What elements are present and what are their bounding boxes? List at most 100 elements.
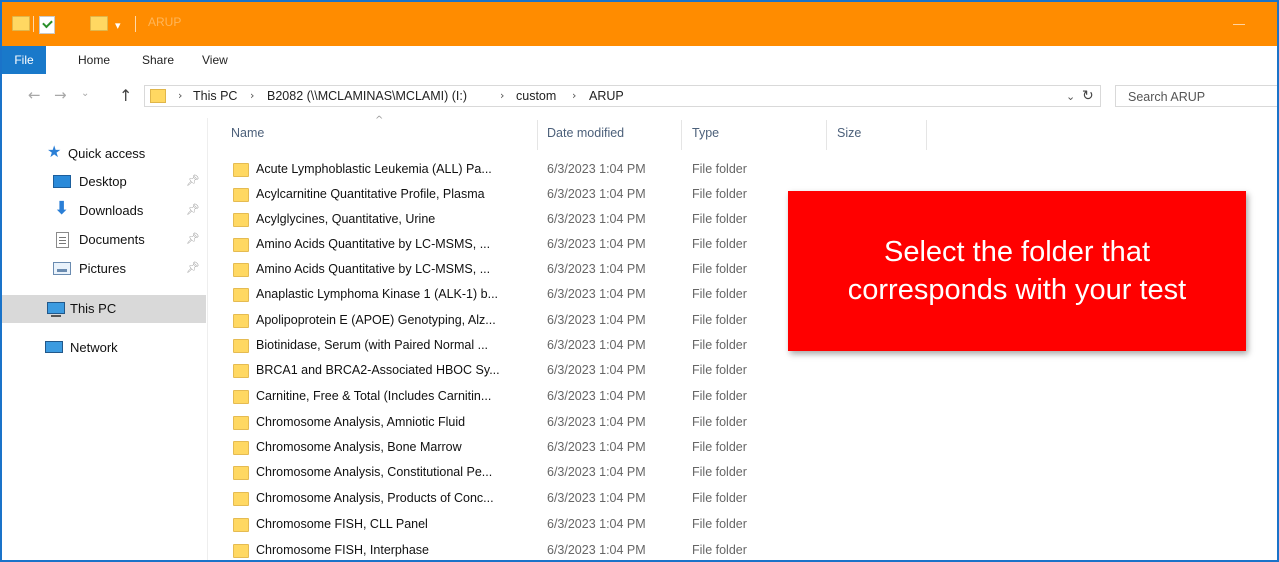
file-row[interactable]: Chromosome Analysis, Amniotic Fluid 6/3/2… <box>231 412 791 434</box>
breadcrumb-custom[interactable]: custom <box>516 89 556 103</box>
tab-home[interactable]: Home <box>78 46 110 74</box>
recent-locations-icon[interactable]: ⌄ <box>81 88 89 99</box>
file-name: Biotinidase, Serum (with Paired Normal .… <box>256 338 489 352</box>
folder-icon <box>150 89 166 103</box>
toolbar-divider <box>33 16 34 32</box>
file-name: Anaplastic Lymphoma Kinase 1 (ALK-1) b..… <box>256 287 499 301</box>
breadcrumb-this-pc[interactable]: This PC <box>193 89 237 103</box>
file-name: Apolipoprotein E (APOE) Genotyping, Alz.… <box>256 313 496 327</box>
column-divider[interactable] <box>681 120 682 150</box>
up-arrow-icon[interactable]: ↑ <box>119 86 132 105</box>
file-name: Chromosome Analysis, Amniotic Fluid <box>256 415 466 429</box>
folder-icon <box>233 213 249 227</box>
pin-icon[interactable]: 📌︎ <box>186 174 200 187</box>
file-type: File folder <box>692 287 747 301</box>
file-date: 6/3/2023 1:04 PM <box>547 237 646 251</box>
minimize-button[interactable] <box>1230 16 1248 30</box>
tab-view[interactable]: View <box>202 46 228 74</box>
pin-icon[interactable]: 📌︎ <box>186 261 200 274</box>
breadcrumb-drive[interactable]: B2082 (\\MCLAMINAS\MCLAMI) (I:) <box>267 89 467 103</box>
file-row[interactable]: Chromosome Analysis, Products of Conc...… <box>231 488 791 510</box>
file-type: File folder <box>692 465 747 479</box>
file-row[interactable]: Chromosome FISH, CLL Panel 6/3/2023 1:04 … <box>231 514 791 536</box>
document-icon <box>56 232 69 248</box>
column-divider[interactable] <box>537 120 538 150</box>
file-row[interactable]: Chromosome Analysis, Bone Marrow 6/3/2023… <box>231 437 791 459</box>
nav-this-pc[interactable]: This PC <box>2 295 206 323</box>
folder-icon <box>233 364 249 378</box>
chevron-right-icon[interactable]: › <box>250 89 254 102</box>
nav-quick-access[interactable]: ★ Quick access <box>2 140 206 168</box>
nav-desktop[interactable]: Desktop 📌︎ <box>2 168 206 196</box>
file-row[interactable]: Amino Acids Quantitative by LC-MSMS, ...… <box>231 234 791 256</box>
folder-icon <box>233 163 249 177</box>
file-date: 6/3/2023 1:04 PM <box>547 465 646 479</box>
forward-arrow-icon[interactable]: → <box>54 86 67 104</box>
file-row[interactable]: BRCA1 and BRCA2-Associated HBOC Sy... 6/3… <box>231 360 791 382</box>
file-row[interactable]: Biotinidase, Serum (with Paired Normal .… <box>231 335 791 357</box>
nav-network[interactable]: Network <box>2 334 206 362</box>
folder-icon <box>233 188 249 202</box>
instruction-callout: Select the folder that corresponds with … <box>788 191 1246 351</box>
folder-icon <box>233 466 249 480</box>
pin-icon[interactable]: 📌︎ <box>186 203 200 216</box>
folder-icon <box>233 441 249 455</box>
column-divider[interactable] <box>926 120 927 150</box>
file-row[interactable]: Carnitine, Free & Total (Includes Carnit… <box>231 386 791 408</box>
file-name: Chromosome Analysis, Constitutional Pe..… <box>256 465 493 479</box>
folder-icon <box>12 16 30 31</box>
chevron-down-icon[interactable]: ⌄ <box>1066 90 1075 103</box>
column-header-size[interactable]: Size <box>837 126 861 150</box>
nav-label: This PC <box>70 301 117 316</box>
file-name: Chromosome FISH, CLL Panel <box>256 517 428 531</box>
breadcrumb-arup[interactable]: ARUP <box>589 89 624 103</box>
chevron-right-icon[interactable]: › <box>572 89 576 102</box>
address-bar[interactable]: › This PC › B2082 (\\MCLAMINAS\MCLAMI) (… <box>144 85 1101 107</box>
column-header-name[interactable]: Name <box>231 126 264 150</box>
file-date: 6/3/2023 1:04 PM <box>547 212 646 226</box>
new-folder-icon[interactable] <box>90 16 108 31</box>
folder-icon <box>233 339 249 353</box>
nav-label: Network <box>70 340 118 355</box>
nav-documents[interactable]: Documents 📌︎ <box>2 226 206 254</box>
file-row[interactable]: Apolipoprotein E (APOE) Genotyping, Alz.… <box>231 310 791 332</box>
column-divider[interactable] <box>826 120 827 150</box>
chevron-right-icon[interactable]: › <box>500 89 504 102</box>
properties-icon[interactable] <box>39 16 55 34</box>
file-row[interactable]: Amino Acids Quantitative by LC-MSMS, ...… <box>231 259 791 281</box>
back-arrow-icon[interactable]: ← <box>28 86 41 104</box>
file-date: 6/3/2023 1:04 PM <box>547 517 646 531</box>
refresh-icon[interactable]: ↻ <box>1082 88 1094 104</box>
file-name: Amino Acids Quantitative by LC-MSMS, ... <box>256 237 491 251</box>
file-type: File folder <box>692 262 747 276</box>
search-box[interactable]: Search ARUP <box>1115 85 1277 107</box>
search-input[interactable]: Search ARUP <box>1128 90 1205 104</box>
file-row[interactable]: Anaplastic Lymphoma Kinase 1 (ALK-1) b..… <box>231 284 791 306</box>
nav-label: Downloads <box>79 203 144 218</box>
file-row[interactable]: Chromosome FISH, Interphase 6/3/2023 1:04… <box>231 540 791 560</box>
file-row[interactable]: Chromosome Analysis, Constitutional Pe..… <box>231 462 791 484</box>
file-name: Acylcarnitine Quantitative Profile, Plas… <box>256 187 485 201</box>
file-type: File folder <box>692 389 747 403</box>
tab-share[interactable]: Share <box>142 46 174 74</box>
file-type: File folder <box>692 338 747 352</box>
file-row[interactable]: Acute Lymphoblastic Leukemia (ALL) Pa...… <box>231 159 791 181</box>
customize-toolbar-icon[interactable]: ▾ <box>115 19 121 32</box>
nav-downloads[interactable]: ⬇ Downloads 📌︎ <box>2 197 206 225</box>
folder-icon <box>233 416 249 430</box>
file-row[interactable]: Acylcarnitine Quantitative Profile, Plas… <box>231 184 791 206</box>
column-header-type[interactable]: Type <box>692 126 719 150</box>
file-type: File folder <box>692 237 747 251</box>
file-row[interactable]: Acylglycines, Quantitative, Urine 6/3/202… <box>231 209 791 231</box>
nav-label: Quick access <box>68 146 146 161</box>
network-icon <box>45 341 63 353</box>
desktop-icon <box>53 175 71 188</box>
chevron-right-icon[interactable]: › <box>178 89 182 102</box>
pin-icon[interactable]: 📌︎ <box>186 232 200 245</box>
nav-pictures[interactable]: Pictures 📌︎ <box>2 255 206 283</box>
address-row: ← → ⌄ ↑ › This PC › B2082 (\\MCLAMINAS\M… <box>2 74 1277 118</box>
tab-file[interactable]: File <box>2 46 46 74</box>
file-type: File folder <box>692 363 747 377</box>
file-name: BRCA1 and BRCA2-Associated HBOC Sy... <box>256 363 500 377</box>
column-header-date-modified[interactable]: Date modified <box>547 126 624 150</box>
